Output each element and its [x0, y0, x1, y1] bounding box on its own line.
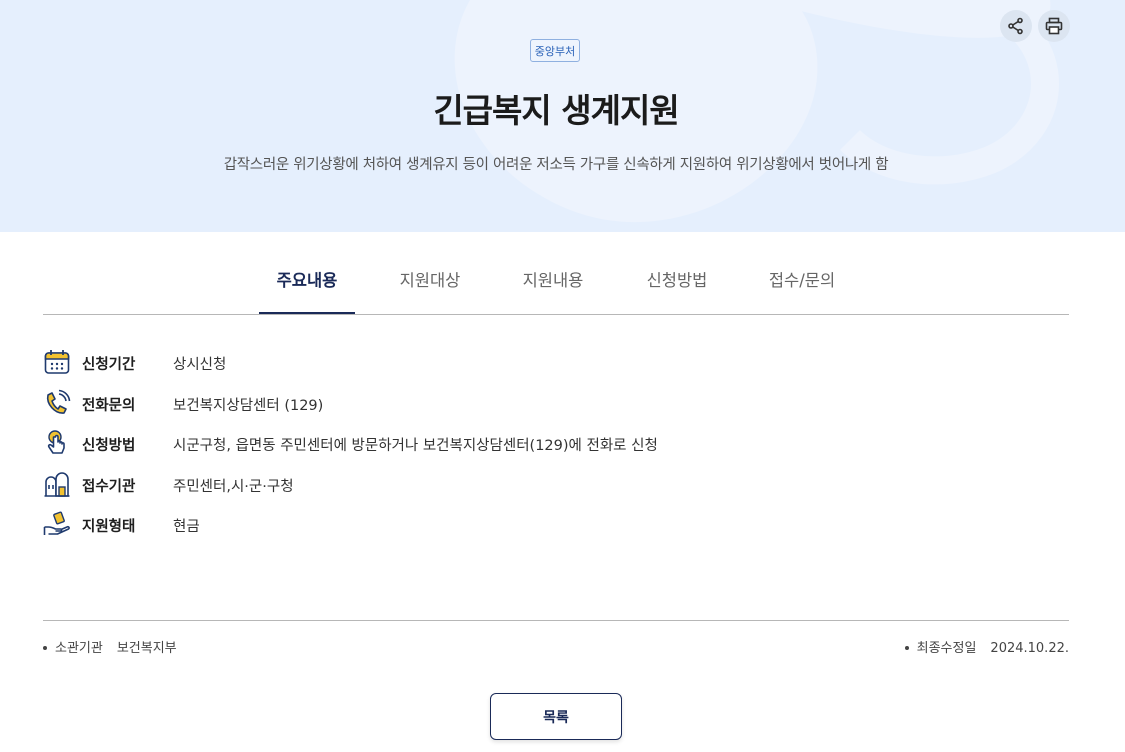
info-row-application-method: 신청방법 시군구청, 읍면동 주민센터에 방문하거나 보건복지상담센터(129)…	[43, 429, 1043, 459]
info-row-support-type: 지원형태 현금	[43, 510, 1043, 540]
category-badge: 중앙부처	[530, 39, 580, 62]
info-row-application-period: 신청기간 상시신청	[43, 348, 1043, 378]
print-icon	[1045, 17, 1063, 35]
updated-value: 2024.10.22.	[990, 641, 1069, 656]
updated-label: 최종수정일	[916, 641, 977, 656]
bullet-icon	[43, 645, 47, 650]
info-label: 접수기관	[82, 479, 136, 495]
info-label: 지원형태	[82, 519, 136, 535]
hand-money-icon	[43, 511, 70, 535]
calendar-icon	[44, 350, 70, 374]
tab-application-method[interactable]: 신청방법	[629, 258, 725, 314]
hand-pointer-icon	[47, 430, 65, 454]
info-label: 신청기간	[82, 357, 136, 373]
tab-main-content[interactable]: 주요내용	[259, 258, 355, 314]
footer-divider	[43, 620, 1069, 621]
updated-meta: 최종수정일 2024.10.22.	[904, 637, 1069, 656]
bullet-icon	[904, 645, 909, 650]
hero-banner: 중앙부처 긴급복지 생계지원 갑작스러운 위기상황에 처하여 생계유지 등이 어…	[0, 0, 1125, 232]
agency-meta: 소관기관 보건복지부	[43, 637, 177, 656]
tab-eligibility[interactable]: 지원대상	[382, 258, 478, 314]
info-value: 시군구청, 읍면동 주민센터에 방문하거나 보건복지상담센터(129)에 전화로…	[173, 438, 658, 454]
info-row-phone: 전화문의 보건복지상담센터 (129)	[43, 389, 1043, 419]
print-button[interactable]	[1038, 10, 1070, 42]
info-label: 신청방법	[82, 438, 136, 454]
tab-contact[interactable]: 접수/문의	[754, 258, 850, 314]
tab-support-content[interactable]: 지원내용	[505, 258, 601, 314]
building-icon	[44, 472, 70, 497]
info-row-receiving-agency: 접수기관 주민센터,시·군·구청	[43, 470, 1043, 500]
share-button[interactable]	[1000, 10, 1032, 42]
agency-label: 소관기관	[55, 641, 103, 656]
info-value: 보건복지상담센터 (129)	[173, 398, 324, 414]
page-subtitle: 갑작스러운 위기상황에 처하여 생계유지 등이 어려운 저소득 가구를 신속하게…	[223, 157, 889, 173]
agency-value: 보건복지부	[116, 641, 177, 656]
phone-icon	[46, 389, 71, 414]
page-title: 긴급복지 생계지원	[433, 91, 679, 130]
info-value: 주민센터,시·군·구청	[173, 479, 294, 495]
info-value: 현금	[173, 519, 200, 535]
share-icon	[1008, 17, 1023, 35]
tab-bar: 주요내용 지원대상 지원내용 신청방법 접수/문의	[43, 258, 1069, 315]
info-label: 전화문의	[82, 398, 136, 414]
list-button[interactable]: 목록	[490, 693, 622, 740]
info-value: 상시신청	[173, 357, 227, 373]
